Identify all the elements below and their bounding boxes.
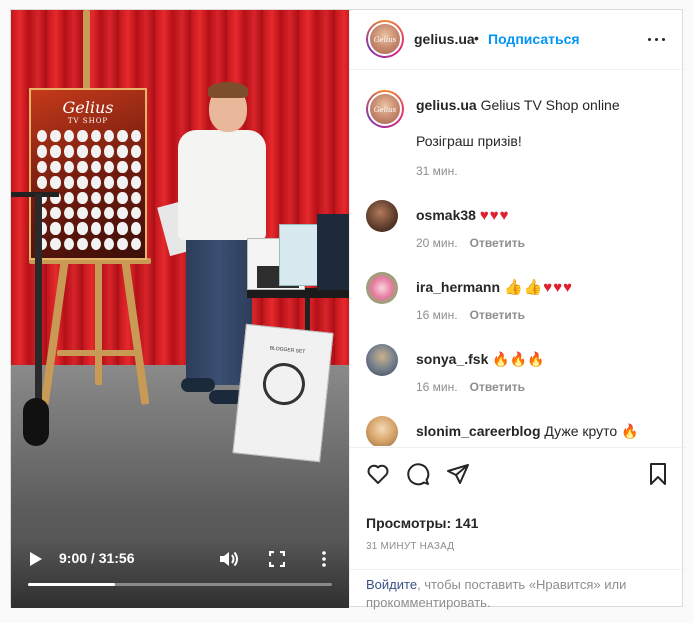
scooter-stem	[35, 194, 42, 414]
play-icon[interactable]	[29, 551, 43, 567]
volume-icon[interactable]	[219, 550, 239, 568]
login-link[interactable]: Войдите	[366, 577, 417, 592]
video-more-icon[interactable]	[317, 550, 331, 568]
person-hair	[208, 82, 248, 98]
comment-avatar[interactable]	[366, 200, 398, 232]
reply-button[interactable]: Ответить	[470, 308, 525, 322]
caption-avatar[interactable]: Gelius	[366, 90, 404, 128]
post-side-panel: Gelius gelius.ua • Подписаться Gelius ge…	[349, 10, 685, 610]
share-icon[interactable]	[446, 462, 470, 486]
heart-icon[interactable]	[366, 462, 390, 486]
avatar-logo-text: Gelius	[373, 36, 397, 44]
comment-avatar[interactable]	[366, 272, 398, 304]
comment-meta: 16 мин. Ответить	[416, 380, 525, 394]
board-subtitle: TV SHOP	[67, 117, 109, 125]
comment-item: ira_hermann 👍👍♥♥♥ 16 мин. Ответить	[350, 272, 685, 344]
comment-username[interactable]: osmak38	[416, 207, 476, 223]
video-player[interactable]: Gelius TV SHOP BLOGGER SET 9:00 / 31:56	[11, 10, 349, 608]
reply-button[interactable]: Ответить	[470, 380, 525, 394]
ringlight-box-label: BLOGGER SET	[269, 345, 306, 356]
login-prompt: Войдите, чтобы поставить «Нравится» или …	[350, 569, 685, 610]
post-age: 31 МИНУТ НАЗАД	[366, 541, 455, 552]
shoe-left	[181, 378, 215, 392]
comment-item: slonim_careerblog Дуже круто 🔥	[350, 416, 685, 446]
board-title: Gelius	[62, 98, 114, 117]
thumbs-and-hearts-emojis: 👍👍♥♥♥	[503, 279, 574, 296]
bookmark-icon[interactable]	[646, 462, 670, 486]
person-shirt	[178, 130, 266, 240]
comment-body: ira_hermann 👍👍♥♥♥	[416, 278, 573, 297]
product-box-3	[279, 224, 319, 286]
scooter-wheel	[23, 398, 49, 446]
comment-body: slonim_careerblog Дуже круто 🔥	[416, 422, 639, 440]
caption-time: 31 мин.	[416, 164, 458, 178]
post-header: Gelius gelius.ua • Подписаться	[350, 10, 685, 70]
comment-item: sonya_.fsk 🔥🔥🔥 16 мин. Ответить	[350, 344, 685, 416]
follow-button[interactable]: Подписаться	[488, 31, 580, 47]
board-number-grid	[37, 130, 141, 250]
video-time: 9:00 / 31:56	[59, 550, 135, 566]
comment-body: sonya_.fsk 🔥🔥🔥	[416, 350, 545, 368]
caption-line-2: Розіграш призів!	[416, 133, 522, 149]
caption-text: Gelius TV Shop online	[480, 97, 620, 113]
comment-meta: 20 мин. Ответить	[416, 236, 525, 250]
ringlight-box: BLOGGER SET	[232, 323, 334, 463]
easel-crossbar	[57, 350, 137, 356]
comment-body: osmak38 ♥♥♥	[416, 206, 510, 225]
separator-dot: •	[474, 30, 479, 46]
video-progress-fill	[28, 583, 116, 586]
comment-username[interactable]: slonim_careerblog	[416, 423, 541, 439]
comment-avatar[interactable]	[366, 344, 398, 376]
comment-meta: 16 мин. Ответить	[416, 308, 525, 322]
comment-time: 16 мин.	[416, 308, 458, 322]
more-options-icon[interactable]	[646, 30, 668, 48]
easel-mast	[83, 10, 90, 100]
comment-text: Дуже круто 🔥	[544, 423, 639, 439]
ringlight-ring	[260, 360, 308, 408]
comment-username[interactable]: ira_hermann	[416, 279, 500, 295]
comment-item: osmak38 ♥♥♥ 20 мин. Ответить	[350, 200, 685, 272]
caption-username[interactable]: gelius.ua	[416, 97, 477, 113]
caption-line: gelius.ua Gelius TV Shop online	[416, 96, 620, 114]
views-count: Просмотры: 141	[366, 515, 479, 531]
post-frame: Gelius TV SHOP BLOGGER SET 9:00 / 31:56 …	[10, 9, 685, 610]
header-avatar[interactable]: Gelius	[366, 20, 404, 58]
post-actions: Просмотры: 141 31 МИНУТ НАЗАД Войдите, ч…	[350, 447, 685, 610]
comment-time: 16 мин.	[416, 380, 458, 394]
comment-time: 20 мин.	[416, 236, 458, 250]
easel-leg-center	[95, 255, 102, 385]
prize-board: Gelius TV SHOP	[29, 88, 147, 260]
heart-emojis: ♥♥♥	[479, 207, 510, 224]
video-progress-bar[interactable]	[28, 583, 332, 586]
reply-button[interactable]: Ответить	[470, 236, 525, 250]
caption-avatar-logo-text: Gelius	[373, 106, 397, 114]
fire-emojis: 🔥🔥🔥	[492, 351, 545, 367]
comment-icon[interactable]	[406, 462, 430, 486]
fullscreen-icon[interactable]	[269, 551, 285, 567]
header-username[interactable]: gelius.ua	[414, 31, 475, 47]
comment-avatar[interactable]	[366, 416, 398, 446]
comment-username[interactable]: sonya_.fsk	[416, 351, 488, 367]
product-box-4	[317, 214, 349, 290]
